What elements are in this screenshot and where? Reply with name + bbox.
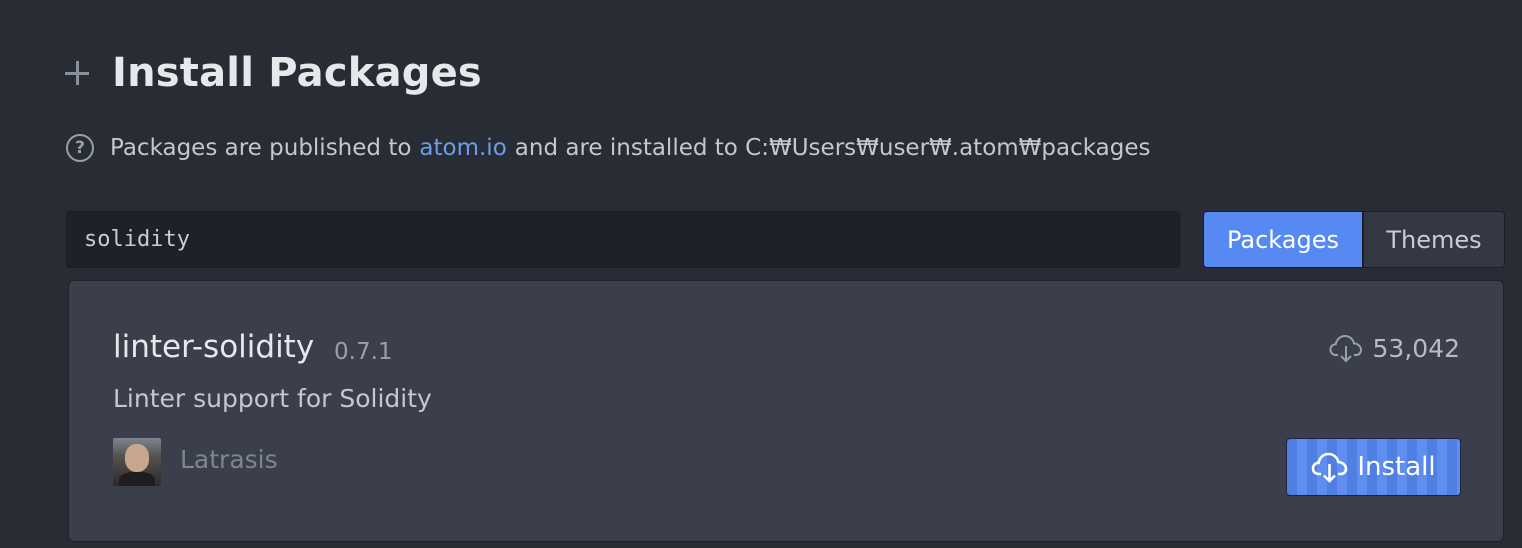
package-card[interactable]: linter-solidity 0.7.1 Linter support for… xyxy=(68,280,1504,542)
section-header: Install Packages xyxy=(64,46,482,100)
author-avatar[interactable] xyxy=(113,438,161,486)
info-suffix: and are installed to C:₩Users₩user₩.atom… xyxy=(514,135,1151,161)
packages-tab-button[interactable]: Packages xyxy=(1203,211,1363,268)
package-description: Linter support for Solidity xyxy=(113,384,432,413)
download-count-value: 53,042 xyxy=(1372,333,1460,363)
atom-io-link[interactable]: atom.io xyxy=(419,135,506,161)
author-name[interactable]: Latrasis xyxy=(180,445,278,474)
question-icon: ? xyxy=(66,134,94,162)
package-type-toggle: Packages Themes xyxy=(1203,211,1505,268)
cloud-download-icon xyxy=(1329,334,1362,363)
package-version: 0.7.1 xyxy=(334,339,393,365)
cloud-download-icon xyxy=(1312,452,1348,483)
themes-tab-button[interactable]: Themes xyxy=(1363,211,1505,268)
install-button[interactable]: Install xyxy=(1286,438,1461,496)
download-count: 53,042 xyxy=(1329,333,1460,363)
search-input[interactable] xyxy=(66,211,1180,268)
info-text: ? Packages are published to atom.io and … xyxy=(66,134,1151,162)
install-packages-page: Install Packages ? Packages are publishe… xyxy=(0,0,1522,548)
page-title: Install Packages xyxy=(112,50,482,96)
plus-icon xyxy=(64,60,90,86)
install-label: Install xyxy=(1357,452,1436,482)
info-prefix: Packages are published to xyxy=(110,135,412,161)
package-name[interactable]: linter-solidity xyxy=(113,329,314,365)
